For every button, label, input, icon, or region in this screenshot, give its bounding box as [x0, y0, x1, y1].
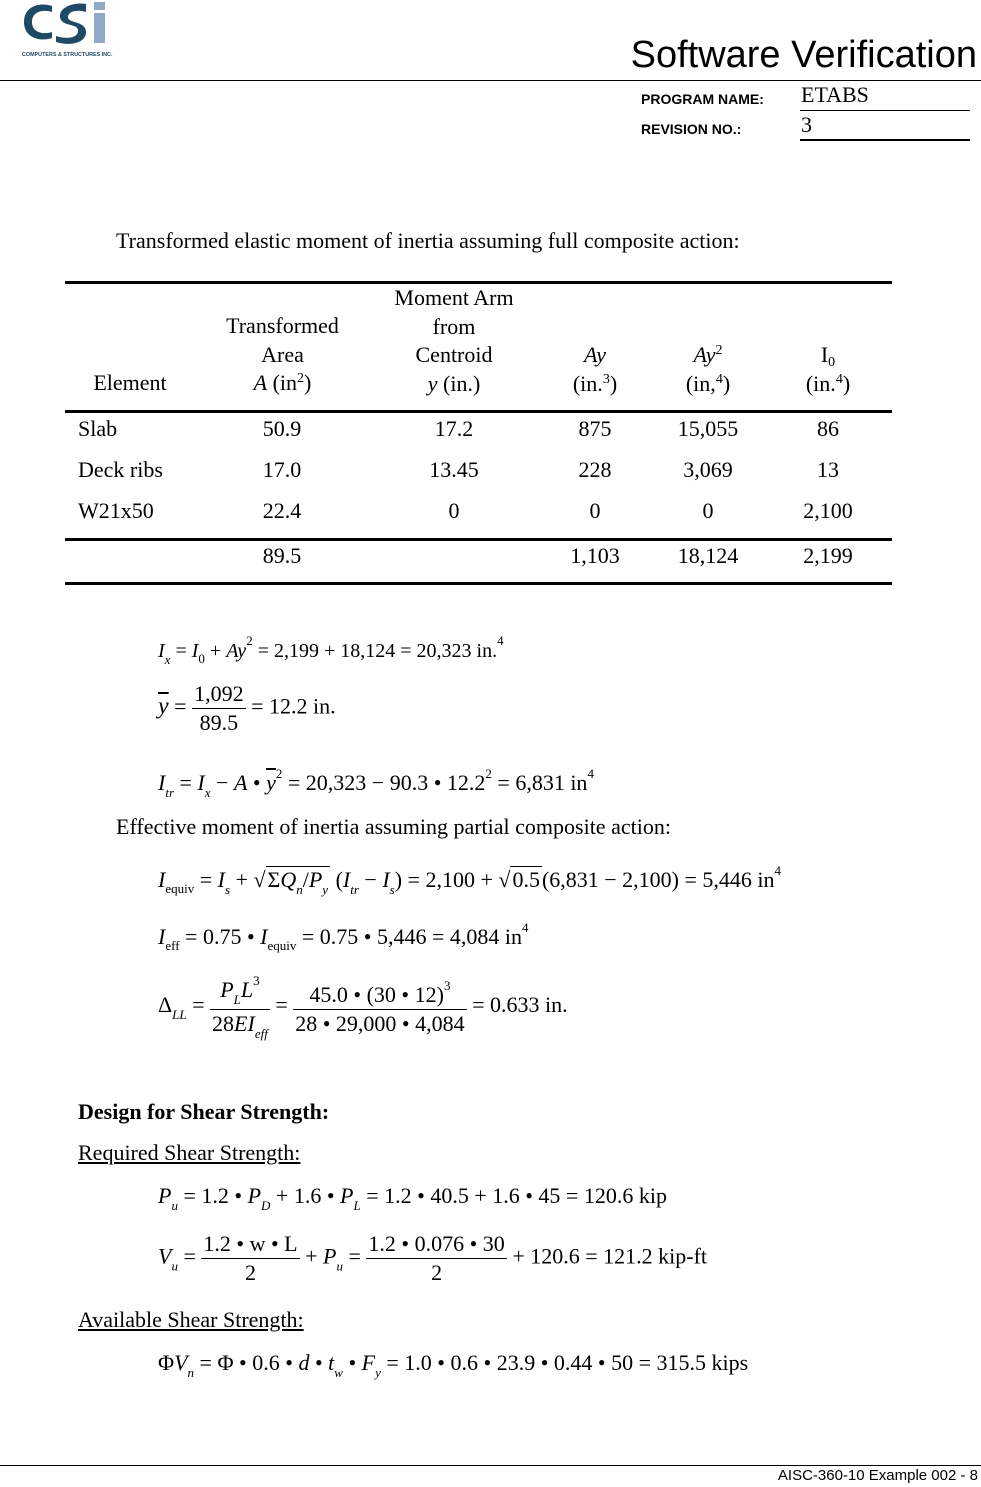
total-ay: 1,103: [570, 543, 620, 568]
cell-i0: 86: [817, 416, 839, 441]
cell-ay: 0: [589, 498, 601, 523]
equation-itr-rhs: = 20,323 − 90.3 • 12.2: [287, 770, 486, 795]
header-ay2: Ay2 (in,4): [658, 341, 758, 398]
vu-result: + 120.6 = 121.2 kip-ft: [512, 1243, 708, 1269]
delta-numeric-fraction: 45.0 • (30 • 12)3 28 • 29,000 • 4,084: [293, 978, 467, 1036]
cell-element: W21x50: [78, 498, 154, 523]
header-unit: y (in.): [427, 370, 481, 396]
header-unit: (in.3): [572, 370, 618, 396]
cell-area: 22.4: [262, 498, 302, 523]
footer-divider: [0, 1465, 981, 1466]
ybar-fraction: 1,092 89.5: [192, 683, 246, 734]
total-ay2: 18,124: [677, 543, 739, 568]
header-ay: Ay (in.3): [545, 341, 645, 398]
required-shear-heading: Required Shear Strength:: [78, 1140, 301, 1165]
header-var: I0: [820, 342, 836, 370]
header-line: Area: [261, 341, 304, 367]
header-element-label: Element: [93, 370, 167, 395]
revision-underline: [800, 139, 970, 141]
header-var: Ay2: [693, 342, 723, 367]
revision-value: 3: [801, 112, 812, 137]
header-transformed-area: Transformed Area A (in2): [200, 312, 365, 398]
header-line: Transformed: [226, 313, 339, 338]
shear-strength-heading: Design for Shear Strength:: [78, 1099, 330, 1124]
equation-itr: Itr = Ix − A • y2 = 20,323 − 90.3 • 12.2…: [158, 766, 594, 800]
program-name-underline: [800, 110, 970, 111]
cell-moment-arm: 13.45: [429, 457, 479, 482]
program-name-label: PROGRAM NAME:: [641, 91, 764, 107]
cell-i0: 2,100: [803, 498, 853, 523]
header-line: from: [432, 313, 476, 339]
header-moment-arm: Moment Arm from Centroid y (in.): [370, 284, 538, 398]
cell-ay2: 15,055: [677, 416, 739, 441]
equation-pu: Pu = 1.2 • PD + 1.6 • PL = 1.2 • 40.5 + …: [158, 1183, 667, 1213]
header-unit: (in,4): [685, 370, 731, 396]
equation-phivn: ΦVn = Φ • 0.6 • d • tw • Fy = 1.0 • 0.6 …: [158, 1350, 749, 1380]
cell-ay: 228: [578, 457, 612, 482]
csi-logo: COMPUTERS & STRUCTURES INC.: [20, 0, 115, 62]
cell-ay2: 3,069: [683, 457, 733, 482]
ybar-numerator: 1,092: [192, 683, 246, 709]
equation-vu: Vu = 1.2 • w • L 2 + Pu = 1.2 • 0.076 • …: [158, 1231, 708, 1285]
equation-ieff: Ieff = 0.75 • Iequiv = 0.75 • 5,446 = 4,…: [158, 920, 529, 953]
header-line: Moment Arm: [394, 285, 514, 310]
equation-ix: Ix = I0 + Ay2 = 2,199 + 18,124 = 20,323 …: [158, 633, 504, 667]
table-header-rule: [65, 410, 892, 413]
ybar-result: = 12.2 in.: [251, 693, 336, 719]
revision-label: REVISION NO.:: [641, 121, 742, 137]
equation-iequiv: Iequiv = Is + √ΣQn/Py (Itr − Is) = 2,100…: [158, 863, 782, 897]
cell-ay: 875: [578, 416, 612, 441]
cell-element: Deck ribs: [78, 457, 163, 482]
vu-numeric-fraction: 1.2 • 0.076 • 30 2: [366, 1231, 507, 1285]
delta-result: = 0.633 in.: [472, 992, 568, 1018]
equation-delta-ll: ΔLL = PLL3 28EIeff = 45.0 • (30 • 12)3 2…: [158, 973, 568, 1041]
intro-paragraph: Transformed elastic moment of inertia as…: [116, 228, 740, 253]
equation-ix-rhs: = 2,199 + 18,124 = 20,323 in.: [257, 640, 498, 662]
cell-moment-arm: 0: [448, 498, 460, 523]
cell-element: Slab: [78, 416, 118, 441]
table-bottom-rule: [65, 582, 892, 585]
cell-ay2: 0: [702, 498, 714, 523]
header-unit: A (in2): [253, 370, 312, 395]
header-divider: [0, 80, 981, 81]
equation-ybar: y = 1,092 89.5 = 12.2 in.: [158, 681, 336, 735]
total-i0: 2,199: [803, 543, 853, 568]
cell-moment-arm: 17.2: [434, 416, 474, 441]
pu-rhs: = 1.2 • 40.5 + 1.6 • 45 = 120.6 kip: [366, 1183, 667, 1208]
cell-area: 17.0: [262, 457, 302, 482]
delta-symbolic-fraction: PLL3 28EIeff: [210, 973, 270, 1041]
page-footer: AISC-360-10 Example 002 - 8: [777, 1467, 978, 1484]
ybar-denominator: 89.5: [199, 710, 239, 735]
partial-composite-heading: Effective moment of inertia assuming par…: [116, 814, 671, 839]
header-var: Ay: [584, 342, 606, 367]
csi-logo-icon: COMPUTERS & STRUCTURES INC.: [22, 2, 113, 58]
program-name-value: ETABS: [801, 82, 869, 107]
header-i0: I0 (in.4): [778, 341, 878, 398]
cell-area: 50.9: [262, 416, 302, 441]
cell-i0: 13: [817, 457, 839, 482]
header-line: Centroid: [415, 342, 493, 367]
phivn-rhs: = 1.0 • 0.6 • 23.9 • 0.44 • 50 = 315.5 k…: [386, 1350, 749, 1375]
available-shear-heading: Available Shear Strength:: [78, 1307, 304, 1332]
table-total-rule: [65, 538, 892, 541]
header-element: Element: [80, 369, 180, 398]
header-unit: (in.4): [805, 370, 851, 396]
vu-symbolic-fraction: 1.2 • w • L 2: [201, 1231, 300, 1285]
svg-text:COMPUTERS & STRUCTURES INC.: COMPUTERS & STRUCTURES INC.: [22, 52, 113, 58]
page-header-title: Software Verification: [630, 34, 977, 76]
total-area: 89.5: [262, 543, 302, 568]
